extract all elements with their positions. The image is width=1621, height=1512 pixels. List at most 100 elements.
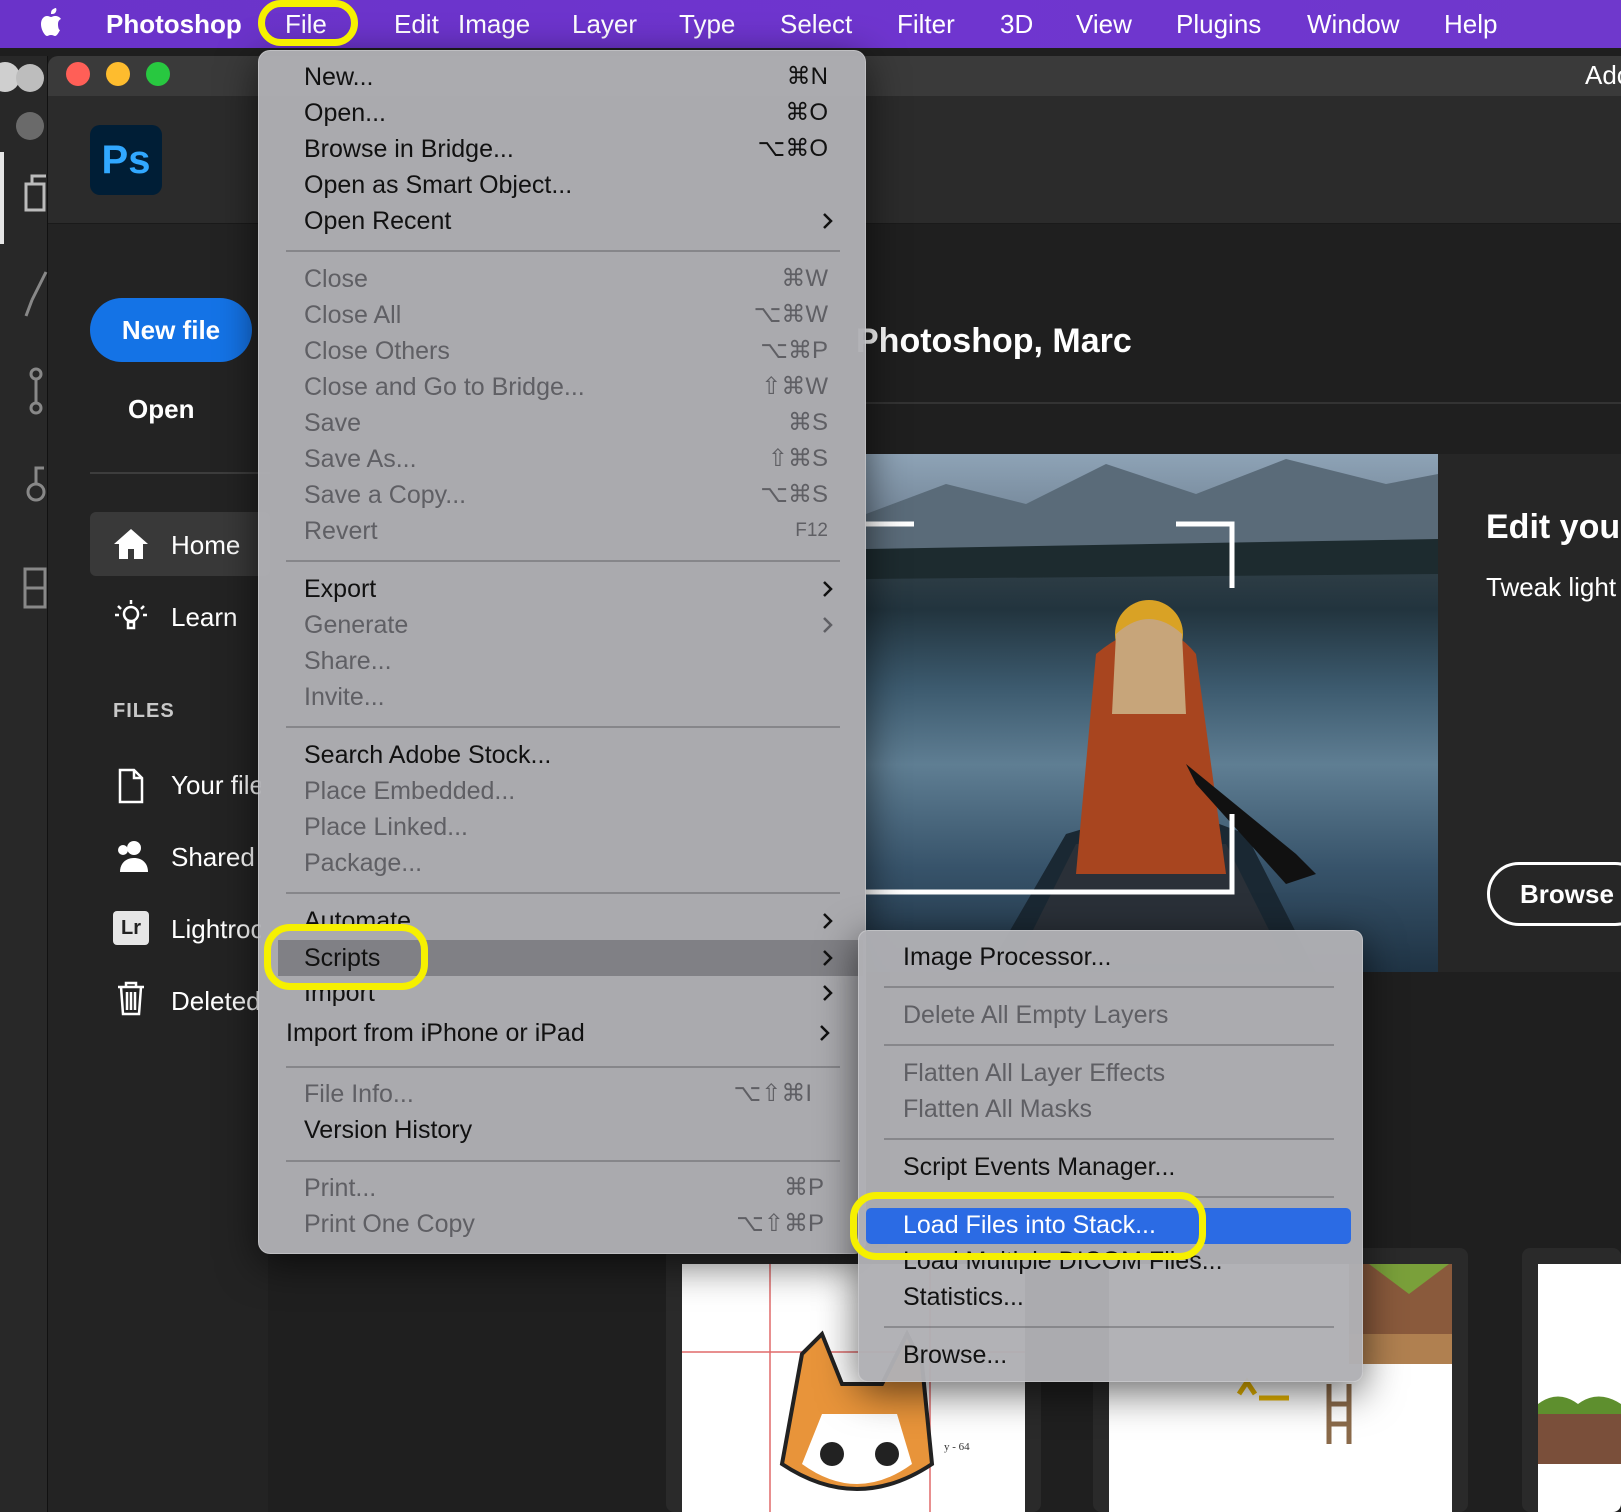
menu-item-save-as: Save As... [304, 445, 417, 473]
menu-separator [884, 986, 1334, 988]
thumbnail-label: y - 64 [944, 1441, 970, 1453]
menu-item-browse-in-bridge[interactable]: Browse in Bridge... [304, 132, 514, 166]
menu-separator [286, 726, 840, 728]
zoom-window-button[interactable] [146, 62, 170, 86]
hero-image [866, 454, 1438, 972]
browse-tutorials-button[interactable]: Browse t [1487, 862, 1621, 926]
artboard-icon[interactable] [22, 566, 48, 610]
stamp-icon[interactable] [22, 462, 48, 514]
menu-image[interactable]: Image [458, 6, 530, 42]
menu-separator [884, 1326, 1334, 1328]
files-section-header: FILES [113, 700, 175, 722]
shortcut-label: ⌥⇧⌘P [736, 1210, 824, 1237]
lightroom-icon: Lr [113, 911, 149, 945]
menu-item-open[interactable]: Open... [304, 96, 386, 130]
menu-layer[interactable]: Layer [572, 6, 637, 42]
menu-item-export[interactable]: Export [304, 572, 376, 606]
close-window-button[interactable] [66, 62, 90, 86]
submenu-item-flatten-all-masks: Flatten All Masks [903, 1095, 1092, 1123]
document-icon [118, 768, 144, 804]
photoshop-logo: Ps [90, 125, 162, 195]
chevron-right-icon [823, 985, 833, 1001]
menu-item-share: Share... [304, 647, 392, 675]
menu-item-search-adobe-stock[interactable]: Search Adobe Stock... [304, 738, 551, 772]
menu-separator [286, 250, 840, 252]
menu-item-save: Save [304, 409, 361, 437]
shortcut-label: ⌘O [785, 99, 828, 126]
menu-item-close-others: Close Others [304, 337, 450, 365]
menu-window[interactable]: Window [1307, 6, 1399, 42]
apple-logo-icon[interactable] [38, 6, 66, 40]
menu-separator [286, 1160, 840, 1162]
brush-icon[interactable] [24, 270, 48, 320]
menu-item-package: Package... [304, 849, 423, 877]
sidebar-item-your-files[interactable]: Your files [171, 770, 261, 801]
menu-view[interactable]: View [1076, 6, 1132, 42]
menu-item-version-history[interactable]: Version History [304, 1113, 472, 1147]
lightbulb-icon [115, 600, 147, 630]
active-tab-indicator [0, 152, 4, 244]
new-file-button[interactable]: New file [90, 298, 252, 362]
shortcut-label: F12 [795, 520, 828, 541]
menu-item-invite: Invite... [304, 683, 385, 711]
thumbnail-image [1538, 1264, 1621, 1512]
menu-3d[interactable]: 3D [1000, 6, 1033, 42]
chevron-right-icon [823, 617, 833, 633]
menu-item-file-info: File Info... [304, 1080, 414, 1108]
menu-item-open-as-smart-object[interactable]: Open as Smart Object... [304, 168, 572, 202]
welcome-greeting: Photoshop, Marc [856, 322, 1132, 360]
sidebar-item-deleted[interactable]: Deleted [171, 986, 261, 1017]
annotation-highlight-load-files [850, 1192, 1206, 1260]
menu-item-close-all: Close All [304, 301, 402, 329]
chevron-right-icon [823, 950, 833, 966]
recent-file-thumbnail[interactable] [1522, 1248, 1621, 1512]
layers-panel-icon[interactable] [22, 170, 48, 222]
sidebar-item-learn[interactable]: Learn [171, 602, 238, 633]
menu-item-generate: Generate [304, 611, 409, 639]
shortcut-label: ⇧⌘W [761, 373, 828, 400]
menu-separator [286, 1066, 840, 1068]
shortcut-label: ⌥⌘S [760, 481, 828, 508]
menu-plugins[interactable]: Plugins [1176, 6, 1261, 42]
menu-item-new[interactable]: New... [304, 60, 373, 94]
menu-separator [286, 560, 840, 562]
menu-select[interactable]: Select [780, 6, 852, 42]
shortcut-label: ⌥⌘W [753, 301, 828, 328]
menu-separator [884, 1044, 1334, 1046]
terrain-sprite [1538, 1396, 1621, 1464]
minimize-window-button[interactable] [106, 62, 130, 86]
submenu-item-browse[interactable]: Browse... [903, 1338, 1007, 1372]
chevron-right-icon [823, 213, 833, 229]
submenu-item-script-events-manager[interactable]: Script Events Manager... [903, 1150, 1175, 1184]
menu-item-print-one-copy: Print One Copy [304, 1210, 475, 1238]
shortcut-label: ⌥⌘P [760, 337, 828, 364]
canoe-photo [866, 459, 1438, 972]
sidebar-item-lightroom[interactable]: Lightroom [171, 914, 261, 945]
menu-type[interactable]: Type [679, 6, 735, 42]
submenu-item-flatten-all-layer-effects: Flatten All Layer Effects [903, 1059, 1166, 1087]
shortcut-label: ⌘S [787, 409, 828, 436]
menu-item-close: Close [304, 265, 368, 293]
status-dot-icon [16, 112, 44, 140]
app-menu[interactable]: Photoshop [106, 6, 242, 42]
menu-item-close-and-go-to-bridge: Close and Go to Bridge... [304, 373, 585, 401]
submenu-item-statistics[interactable]: Statistics... [903, 1280, 1024, 1314]
shortcut-label: ⌘N [786, 63, 828, 90]
hero-title: Edit your [1486, 508, 1621, 546]
shortcut-label: ⌥⌘O [757, 135, 828, 162]
menu-filter[interactable]: Filter [897, 6, 955, 42]
open-button[interactable]: Open [128, 394, 194, 425]
menu-item-import-from-iphone[interactable]: Import from iPhone or iPad [286, 1016, 585, 1050]
submenu-item-image-processor[interactable]: Image Processor... [903, 940, 1111, 974]
path-icon[interactable] [24, 366, 48, 418]
menu-item-open-recent[interactable]: Open Recent [304, 204, 451, 238]
shared-users-icon [118, 841, 148, 872]
chevron-right-icon [823, 581, 833, 597]
menu-help[interactable]: Help [1444, 6, 1497, 42]
menu-separator [884, 1138, 1334, 1140]
menu-edit[interactable]: Edit [394, 6, 439, 42]
annotation-highlight-scripts [264, 924, 428, 990]
shortcut-label: ⇧⌘S [767, 445, 828, 472]
sidebar-item-shared[interactable]: Shared [171, 842, 255, 873]
chevron-right-icon [823, 913, 833, 929]
